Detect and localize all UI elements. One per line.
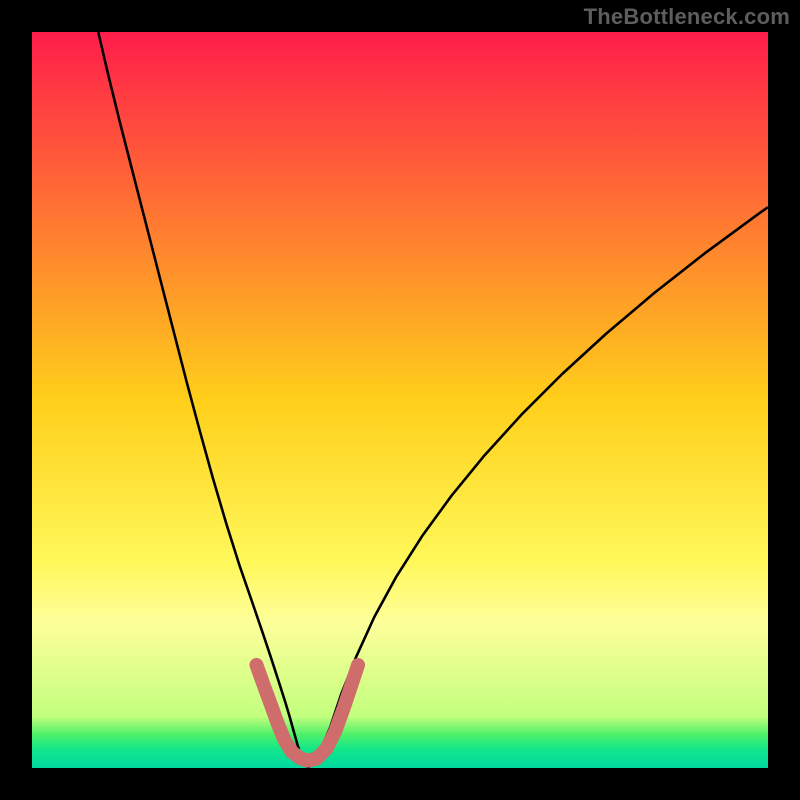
chart-frame: TheBottleneck.com: [0, 0, 800, 800]
chart-svg: [32, 32, 768, 768]
chart-background: [32, 32, 768, 768]
plot-area: [32, 32, 768, 768]
watermark-text: TheBottleneck.com: [584, 4, 790, 30]
